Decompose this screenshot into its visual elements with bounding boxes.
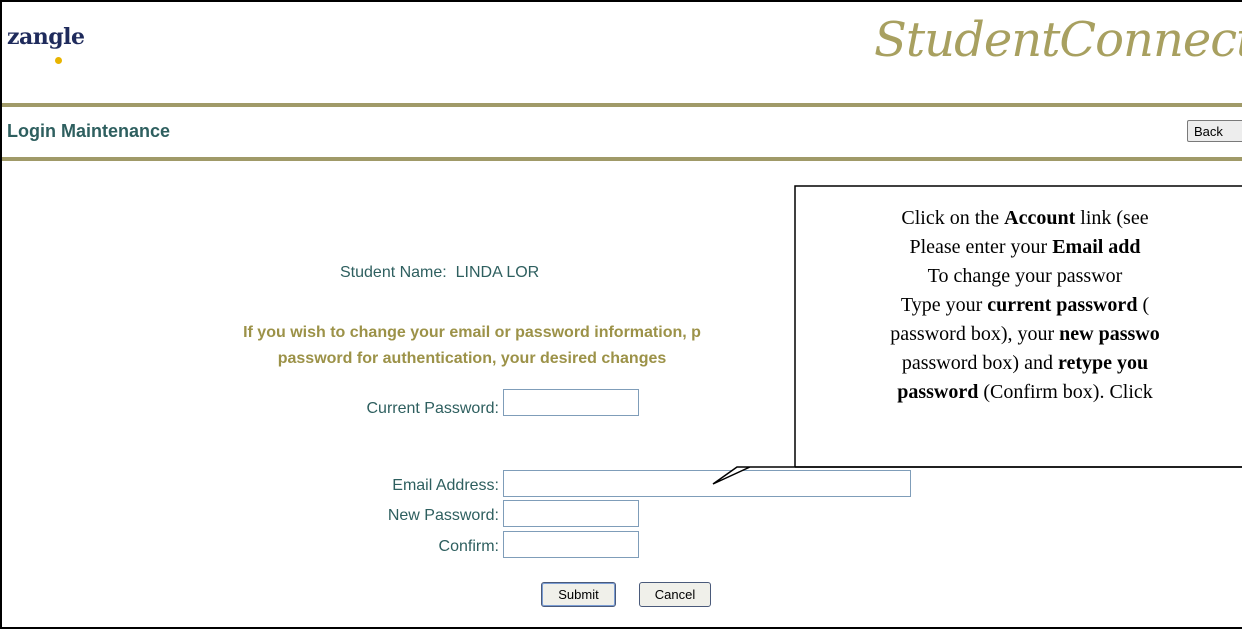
callout-l4a: Type your (900, 294, 988, 316)
page-frame: zangle StudentConnection Login Maintenan… (0, 0, 1242, 629)
callout-line-2: Please enter your Email add (795, 233, 1242, 262)
callout-l5a: password box), your (890, 323, 1060, 345)
callout-l3a: To change your passwor (927, 265, 1123, 287)
callout-line-6: password box) and retype you (795, 349, 1242, 378)
callout-line-3: To change your passwor (795, 262, 1242, 291)
callout-l1a: Click on the (901, 207, 1005, 229)
callout-l4b: current password (987, 294, 1138, 316)
callout-line-1: Click on the Account link (see (795, 204, 1242, 233)
callout-l7a: password (897, 381, 979, 403)
callout-l7b: (Confirm box). Click (978, 381, 1153, 403)
callout-line-4: Type your current password ( (795, 291, 1242, 320)
callout-l2a: Please enter your (909, 236, 1053, 258)
callout-l5b: new passwo (1059, 323, 1160, 345)
callout-l6a: password box) and (901, 352, 1058, 374)
callout-l4c: ( (1137, 294, 1150, 316)
callout-line-7: password (Confirm box). Click (795, 378, 1242, 407)
callout-l1b: Account (1004, 207, 1076, 229)
callout-l6b: retype you (1057, 352, 1149, 374)
callout-l2b: Email add (1052, 236, 1141, 258)
callout-line-5: password box), your new passwo (795, 320, 1242, 349)
callout-text: Click on the Account link (see Please en… (795, 204, 1242, 407)
callout-l1c: link (see (1075, 207, 1149, 229)
